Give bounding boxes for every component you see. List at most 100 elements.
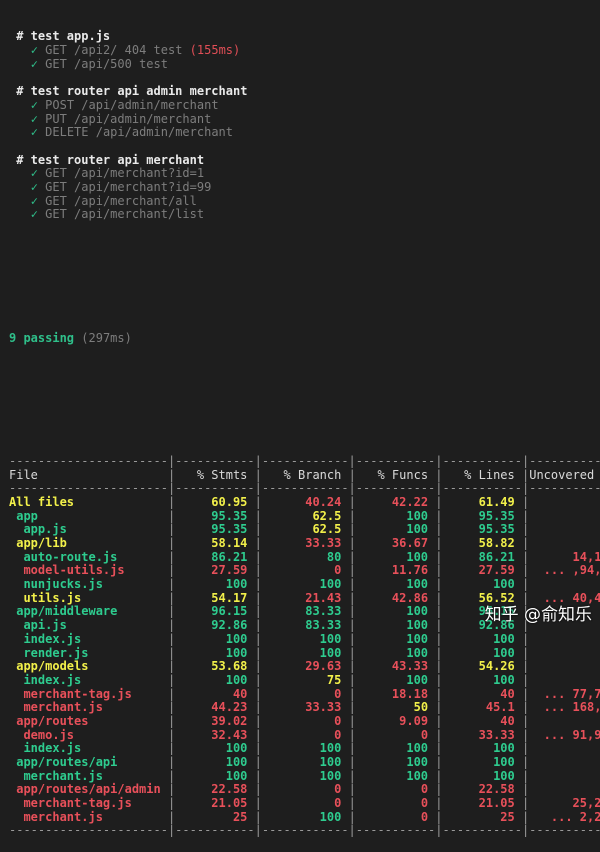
file-name: merchant-tag.js <box>23 796 132 811</box>
lines-value: 86.21 <box>478 549 515 564</box>
test-title: PUT /api/admin/merchant <box>45 111 212 126</box>
column-divider: | <box>167 604 176 619</box>
lines-value: 56.52 <box>478 590 515 605</box>
branch-value: 21.43 <box>305 590 342 605</box>
column-divider: | <box>521 522 530 537</box>
column-divider: | <box>521 508 530 523</box>
file-name: app.js <box>23 522 67 537</box>
test-title: POST /api/admin/merchant <box>45 97 219 112</box>
column-divider: | <box>435 645 443 660</box>
stmts-value: 25 <box>232 809 248 824</box>
funcs-value: 100 <box>406 522 429 537</box>
watermark: 知乎 @俞知乐 <box>484 605 592 626</box>
column-divider: | <box>435 467 443 482</box>
suite-heading: # test router api merchant <box>9 153 600 168</box>
checkmark-icon: ✓ <box>30 207 38 222</box>
lines-value: 54.26 <box>478 659 515 674</box>
column-divider: | <box>254 768 262 783</box>
branch-value: 0 <box>334 686 342 701</box>
test-title: DELETE /api/admin/merchant <box>45 125 233 140</box>
funcs-value: 0 <box>420 796 429 811</box>
coverage-row: merchant.js|100 |100 |100 |100 | | <box>9 768 600 784</box>
file-name: app/routes <box>16 713 89 728</box>
branch-value: 83.33 <box>305 618 342 633</box>
lines-value: 40 <box>500 713 515 728</box>
column-divider: | <box>435 782 443 797</box>
branch-value: 62.5 <box>312 522 342 537</box>
column-divider: | <box>435 700 443 715</box>
column-divider: | <box>435 727 443 742</box>
branch-value: 33.33 <box>305 536 342 551</box>
column-divider: | <box>254 686 262 701</box>
column-divider: | <box>167 713 176 728</box>
column-divider: | <box>167 809 176 824</box>
table-separator: ----------------------|-----------|-----… <box>9 481 600 496</box>
test-title: GET /api/merchant/all <box>45 193 197 208</box>
column-divider: | <box>167 508 176 523</box>
lines-value: 27.59 <box>478 563 515 578</box>
checkmark-icon: ✓ <box>30 179 38 194</box>
column-divider: | <box>167 577 176 592</box>
test-title: GET /api2/ 404 test <box>45 43 183 58</box>
column-divider: | <box>348 796 356 811</box>
column-divider: | <box>521 809 530 824</box>
lines-value: 25 <box>500 809 515 824</box>
column-divider: | <box>254 522 262 537</box>
coverage-row: render.js|100 |100 |100 |100 | | <box>9 645 600 661</box>
column-divider: | <box>521 727 530 742</box>
branch-value: 40.24 <box>305 494 342 509</box>
stmts-value: 100 <box>225 645 248 660</box>
uncovered-lines: 24,43 <box>529 523 600 537</box>
file-name: index.js <box>23 631 82 646</box>
test-duration: (155ms) <box>189 43 241 58</box>
column-divider: | <box>348 727 356 742</box>
column-divider: | <box>254 796 262 811</box>
file-name: utils.js <box>23 590 82 605</box>
column-divider: | <box>435 577 443 592</box>
checkmark-icon: ✓ <box>30 111 38 126</box>
column-divider: | <box>167 796 176 811</box>
column-divider: | <box>167 700 176 715</box>
branch-value: 75 <box>326 672 342 687</box>
lines-value: 100 <box>493 768 515 783</box>
column-divider: | <box>521 713 530 728</box>
stmts-value: 95.35 <box>211 508 248 523</box>
test-item: ✓ GET /api/500 test <box>9 57 600 72</box>
stmts-value: 27.59 <box>211 563 248 578</box>
stmts-value: 60.95 <box>211 494 248 509</box>
column-divider: | <box>435 768 443 783</box>
total-duration: (297ms) <box>81 330 132 345</box>
file-name: merchant-tag.js <box>23 686 132 701</box>
column-divider: | <box>348 809 356 824</box>
column-divider: | <box>254 741 262 756</box>
lines-value: 100 <box>493 672 515 687</box>
funcs-value: 42.86 <box>391 590 429 605</box>
column-divider: | <box>167 659 176 674</box>
coverage-row: index.js|100 |75 |100 |100 |26 | <box>9 672 600 688</box>
column-divider: | <box>167 741 176 756</box>
coverage-row: All files|60.95 |40.24 |42.22 |61.49 | | <box>9 494 600 510</box>
file-name: model-utils.js <box>23 563 125 578</box>
column-divider: | <box>521 768 530 783</box>
column-divider: | <box>348 536 356 551</box>
coverage-row: app/routes|39.02 |0 |9.09 |40 | | <box>9 713 600 729</box>
column-divider: | <box>521 686 530 701</box>
stmts-value: 100 <box>225 577 248 592</box>
column-divider: | <box>167 727 176 742</box>
stmts-value: 100 <box>225 768 248 783</box>
column-divider: | <box>348 467 356 482</box>
column-divider: | <box>348 590 356 605</box>
stmts-value: 96.15 <box>211 604 248 619</box>
coverage-row: app/lib|58.14 |33.33 |36.67 |58.82 | | <box>9 536 600 551</box>
lines-value: 100 <box>493 577 515 592</box>
coverage-row: app/routes/api/admin | 22.58 | 0 | 0 | 22.58 … <box>9 783 600 797</box>
funcs-value: 100 <box>406 618 429 633</box>
header-lines: % Lines <box>464 467 515 482</box>
branch-value: 83.33 <box>305 604 342 619</box>
terminal-output: # test app.js ✓ GET /api2/ 404 test (155… <box>9 3 600 852</box>
column-divider: | <box>254 549 262 564</box>
column-divider: | <box>167 686 176 701</box>
column-divider: | <box>348 604 356 619</box>
file-name: app/routes/api <box>16 755 118 770</box>
lines-value: 45.1 <box>485 700 515 715</box>
